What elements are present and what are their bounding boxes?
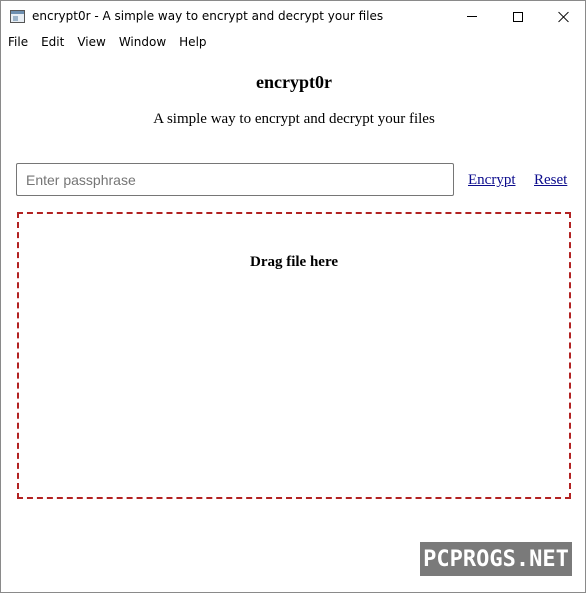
menu-window[interactable]: Window	[119, 35, 166, 49]
menu-edit[interactable]: Edit	[41, 35, 64, 49]
page-title: encrypt0r	[256, 72, 332, 92]
app-window: encrypt0r - A simple way to encrypt and …	[0, 0, 586, 593]
minimize-button[interactable]	[449, 1, 495, 32]
menu-bar: File Edit View Window Help	[1, 32, 585, 52]
watermark: PCPROGS.NET	[420, 542, 572, 576]
reset-link[interactable]: Reset	[534, 172, 567, 189]
window-title: encrypt0r - A simple way to encrypt and …	[32, 9, 384, 23]
minimize-icon	[467, 16, 477, 17]
maximize-icon	[513, 11, 523, 22]
passphrase-input[interactable]	[16, 163, 454, 196]
drop-zone-label: Drag file here	[249, 254, 339, 270]
file-drop-zone[interactable]: Drag file here	[17, 212, 571, 499]
menu-view[interactable]: View	[77, 35, 105, 49]
encrypt-link[interactable]: Encrypt	[468, 172, 515, 189]
close-icon	[558, 11, 570, 23]
menu-help[interactable]: Help	[179, 35, 206, 49]
maximize-button[interactable]	[495, 1, 541, 32]
menu-file[interactable]: File	[8, 35, 28, 49]
app-icon	[10, 10, 25, 23]
close-button[interactable]	[541, 1, 586, 32]
title-bar[interactable]: encrypt0r - A simple way to encrypt and …	[1, 1, 585, 32]
page-subtitle: A simple way to encrypt and decrypt your…	[153, 111, 435, 127]
